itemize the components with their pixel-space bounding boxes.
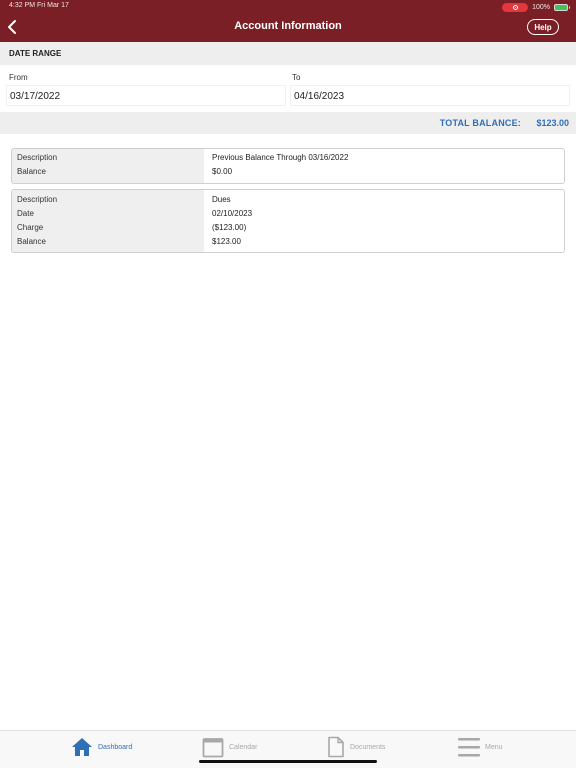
home-icon xyxy=(72,738,92,756)
transaction-card: Description Previous Balance Through 03/… xyxy=(11,148,565,184)
to-label: To xyxy=(292,73,301,82)
status-indicators: 100% xyxy=(502,2,570,12)
tab-label: Calendar xyxy=(229,743,258,751)
row-value: $123.00 xyxy=(212,237,241,246)
calendar-icon xyxy=(202,738,224,758)
home-indicator[interactable] xyxy=(199,760,377,763)
battery-percent: 100% xyxy=(532,3,550,11)
transaction-row: Charge ($123.00) xyxy=(12,223,564,237)
row-label: Balance xyxy=(17,167,46,176)
transaction-row: Balance $123.00 xyxy=(12,237,564,251)
row-value: ($123.00) xyxy=(212,223,247,232)
tab-label: Menu xyxy=(485,743,503,751)
from-label: From xyxy=(9,73,28,82)
row-label: Date xyxy=(17,209,34,218)
tab-menu[interactable]: Menu xyxy=(458,735,503,759)
transaction-row: Description Previous Balance Through 03/… xyxy=(12,153,564,167)
total-balance-label: TOTAL BALANCE: xyxy=(439,118,521,128)
total-balance-value: $123.00 xyxy=(536,118,569,128)
row-value: 02/10/2023 xyxy=(212,209,253,218)
row-label: Balance xyxy=(17,237,46,246)
tab-label: Documents xyxy=(350,743,386,751)
transaction-row: Date 02/10/2023 xyxy=(12,209,564,223)
row-label: Description xyxy=(17,195,58,204)
row-value: Previous Balance Through 03/16/2022 xyxy=(212,153,349,162)
tab-documents[interactable]: Documents xyxy=(327,735,385,759)
tab-dashboard[interactable]: Dashboard xyxy=(71,735,132,759)
row-value: $0.00 xyxy=(212,167,233,176)
to-date-field[interactable]: 04/16/2023 xyxy=(290,85,570,106)
help-button[interactable]: Help xyxy=(527,19,559,35)
date-range-title: DATE RANGE xyxy=(9,49,62,58)
transaction-card: Description Dues Date 02/10/2023 Charge … xyxy=(11,189,565,253)
status-time: 4:32 PM Fri Mar 17 xyxy=(9,2,69,9)
transaction-row: Balance $0.00 xyxy=(12,167,564,181)
screen-recording-icon xyxy=(502,2,529,12)
total-balance-bar: TOTAL BALANCE: $123.00 xyxy=(0,112,576,134)
document-icon xyxy=(328,736,344,758)
row-label: Description xyxy=(17,153,58,162)
page-title: Account Information xyxy=(234,20,342,32)
tab-label: Dashboard xyxy=(98,743,133,751)
from-date-field[interactable]: 03/17/2022 xyxy=(6,85,286,106)
header-bar: 4:32 PM Fri Mar 17 100% Account Informat… xyxy=(0,0,576,42)
battery-icon xyxy=(554,3,570,11)
app-screen: 4:32 PM Fri Mar 17 100% Account Informat… xyxy=(0,0,576,768)
row-label: Charge xyxy=(17,223,44,232)
tab-calendar[interactable]: Calendar xyxy=(202,735,257,759)
row-value: Dues xyxy=(212,195,231,204)
date-range-section-header: DATE RANGE xyxy=(0,42,576,65)
menu-icon xyxy=(458,738,480,757)
transaction-row: Description Dues xyxy=(12,195,564,209)
